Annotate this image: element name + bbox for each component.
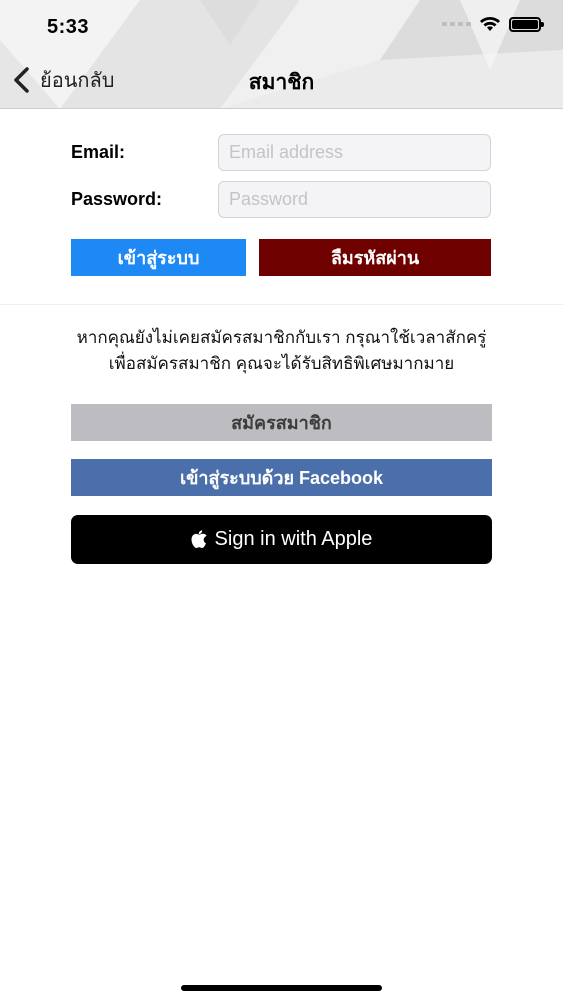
apple-logo-icon (191, 530, 207, 548)
register-info-line-1: หากคุณยังไม่เคยสมัครสมาชิกกับเรา กรุณาใช… (76, 328, 487, 347)
status-time: 5:33 (47, 16, 90, 38)
register-info-text: หากคุณยังไม่เคยสมัครสมาชิกกับเรา กรุณาใช… (20, 325, 543, 377)
register-button[interactable]: สมัครสมาชิก (71, 404, 492, 441)
password-field[interactable] (218, 181, 491, 218)
email-label: Email: (71, 142, 126, 162)
cellular-signal-icon (442, 22, 471, 26)
login-button[interactable]: เข้าสู่ระบบ (71, 239, 246, 276)
password-row: Password: (71, 181, 491, 218)
home-indicator[interactable] (181, 985, 382, 991)
email-row: Email: (71, 134, 491, 171)
email-field[interactable] (218, 134, 491, 171)
status-icons (442, 16, 544, 32)
section-divider (0, 304, 563, 305)
apple-button-label: Sign in with Apple (214, 528, 373, 550)
register-info-line-2: เพื่อสมัครสมาชิก คุณจะได้รับสิทธิพิเศษมา… (108, 354, 455, 373)
wifi-icon (480, 17, 500, 31)
sign-in-with-apple-button[interactable]: Sign in with Apple (71, 515, 492, 564)
forgot-password-button[interactable]: ลืมรหัสผ่าน (259, 239, 491, 276)
facebook-login-button[interactable]: เข้าสู่ระบบด้วย Facebook (71, 459, 492, 496)
password-label: Password: (71, 189, 163, 209)
battery-icon (509, 16, 544, 32)
page-title: สมาชิก (248, 71, 315, 94)
header: 5:33 ย้อนกลับ สมาชิก (0, 0, 563, 109)
